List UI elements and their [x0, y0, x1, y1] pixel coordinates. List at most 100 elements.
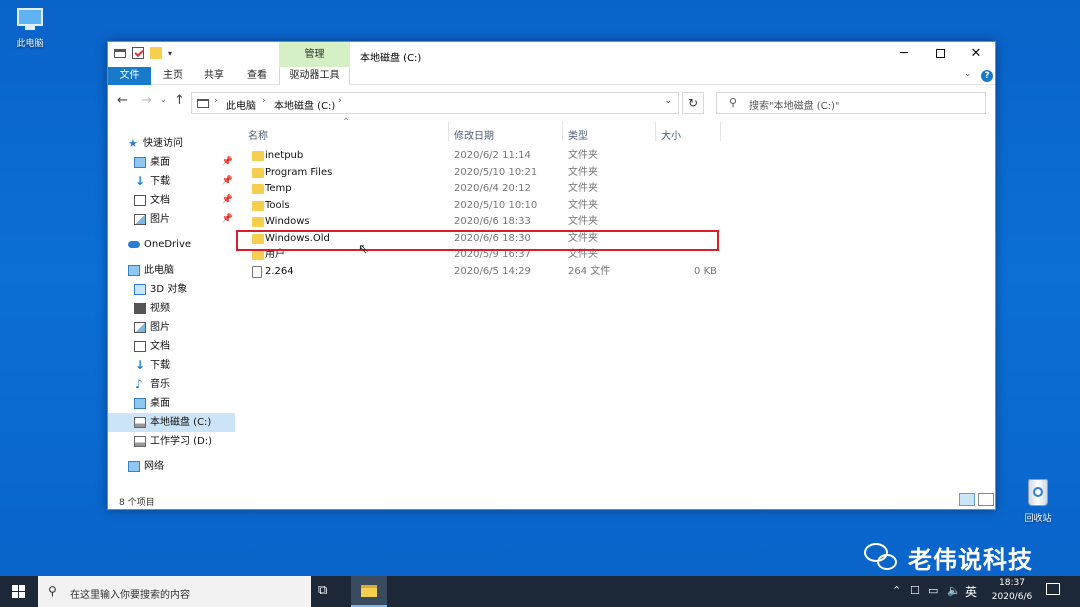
file-row[interactable]: Temp 2020/6/4 20:12 文件夹 — [235, 181, 995, 197]
tab-drive-tools[interactable]: 驱动器工具 — [279, 67, 350, 85]
help-icon[interactable]: ? — [981, 70, 993, 82]
pin-icon[interactable]: 📌 — [222, 191, 233, 210]
pin-icon[interactable]: 📌 — [222, 210, 233, 229]
taskbar-search-box[interactable]: ⚲ 在这里输入你要搜索的内容 — [38, 576, 311, 607]
tab-file[interactable]: 文件 — [108, 67, 151, 85]
nav-onedrive[interactable]: OneDrive — [108, 235, 235, 254]
start-button[interactable] — [0, 576, 38, 607]
folder-icon — [252, 217, 264, 227]
nav-label: 桌面 — [150, 157, 170, 168]
close-button[interactable]: ✕ — [953, 42, 999, 67]
nav-3d-objects[interactable]: 3D 对象 — [108, 280, 235, 299]
input-method-indicator[interactable]: 英 — [965, 583, 977, 600]
address-bar[interactable]: › 此电脑 › 本地磁盘 (C:) › ⌄ — [191, 92, 679, 114]
nav-music[interactable]: ♪ 音乐 — [108, 375, 235, 394]
desktop-icon-label: 此电脑 — [16, 39, 44, 49]
file-row[interactable]: Tools 2020/5/10 10:10 文件夹 — [235, 198, 995, 214]
up-button[interactable]: ↑ — [174, 93, 185, 108]
search-box[interactable]: ⚲ 搜索"本地磁盘 (C:)" — [716, 92, 986, 114]
new-folder-icon[interactable] — [150, 47, 162, 59]
desktop-icon — [134, 157, 146, 168]
desktop-icon-this-pc[interactable]: 此电脑 — [0, 8, 60, 49]
task-view-icon[interactable]: ⧉ — [318, 583, 327, 598]
computer-icon — [15, 8, 45, 32]
picture-icon — [134, 214, 146, 225]
nav-quick-downloads[interactable]: ↓ 下载 📌 — [108, 172, 235, 191]
clock-date[interactable]: 2020/6/6 — [984, 592, 1040, 602]
tab-view[interactable]: 查看 — [238, 67, 276, 85]
recent-locations-icon[interactable]: ⌄ — [160, 95, 167, 104]
nav-local-disk-c[interactable]: 本地磁盘 (C:) — [108, 413, 235, 432]
nav-quick-pictures[interactable]: 图片 📌 — [108, 210, 235, 229]
back-button[interactable]: ← — [117, 93, 128, 108]
tab-share[interactable]: 共享 — [196, 67, 232, 85]
breadcrumb-separator-icon[interactable]: › — [214, 96, 218, 106]
nav-label: 图片 — [150, 322, 170, 333]
file-row[interactable]: 2.264 2020/6/5 14:29 264 文件 0 KB — [235, 264, 995, 280]
tab-home[interactable]: 主页 — [155, 67, 191, 85]
document-icon — [134, 341, 146, 352]
nav-network[interactable]: 网络 — [108, 457, 235, 476]
file-date: 2020/5/10 10:21 — [454, 167, 538, 178]
expand-ribbon-icon[interactable]: ⌄ — [964, 69, 972, 79]
file-type: 文件夹 — [568, 183, 598, 194]
breadcrumb-separator-icon[interactable]: › — [262, 96, 266, 106]
nav-label: OneDrive — [144, 239, 192, 250]
this-pc-icon — [197, 99, 209, 108]
file-row[interactable]: Program Files 2020/5/10 10:21 文件夹 — [235, 165, 995, 181]
nav-drive-d[interactable]: 工作学习 (D:) — [108, 432, 235, 451]
nav-documents[interactable]: 文档 — [108, 337, 235, 356]
nav-this-pc[interactable]: 此电脑 — [108, 261, 235, 280]
pin-icon[interactable]: 📌 — [222, 172, 233, 191]
file-row[interactable]: Windows 2020/6/6 18:33 文件夹 — [235, 214, 995, 230]
nav-desktop[interactable]: 桌面 — [108, 394, 235, 413]
drive-icon — [114, 48, 126, 58]
nav-quick-desktop[interactable]: 桌面 📌 — [108, 153, 235, 172]
nav-label: 文档 — [150, 195, 170, 206]
address-dropdown-icon[interactable]: ⌄ — [664, 96, 672, 106]
details-view-button[interactable] — [959, 493, 975, 506]
desktop-icon-recycle-bin[interactable]: 回收站 — [1008, 475, 1068, 524]
network-icon — [128, 461, 140, 472]
clock-time[interactable]: 18:37 — [990, 578, 1034, 588]
watermark: 老伟说科技 — [864, 540, 1033, 575]
refresh-button[interactable]: ↻ — [682, 92, 704, 114]
nav-pictures[interactable]: 图片 — [108, 318, 235, 337]
breadcrumb-drive-c[interactable]: 本地磁盘 (C:) — [274, 97, 335, 112]
notification-icon[interactable] — [1046, 583, 1060, 595]
taskbar-file-explorer[interactable] — [351, 576, 387, 607]
file-row[interactable]: inetpub 2020/6/2 11:14 文件夹 — [235, 148, 995, 164]
column-name[interactable]: 名称 — [248, 127, 268, 142]
taskbar-search-placeholder: 在这里输入你要搜索的内容 — [70, 590, 190, 601]
taskbar: ⚲ 在这里输入你要搜索的内容 ⧉ ⌃ ☐ ▭ 🔈 英 18:37 2020/6/… — [0, 576, 1080, 607]
file-name: Tools — [265, 200, 290, 211]
customize-dropdown-icon[interactable]: ▾ — [168, 49, 172, 58]
nav-videos[interactable]: 视频 — [108, 299, 235, 318]
column-date[interactable]: 修改日期 — [454, 127, 494, 142]
title-bar[interactable]: ▾ 管理 本地磁盘 (C:) ─ ✕ — [108, 42, 995, 67]
drive-icon — [134, 436, 146, 447]
column-type[interactable]: 类型 — [568, 127, 588, 142]
watermark-text: 老伟说科技 — [908, 546, 1033, 574]
sort-ascending-icon: ⌃ — [342, 117, 351, 128]
breadcrumb-this-pc[interactable]: 此电脑 — [226, 97, 256, 112]
forward-button[interactable]: → — [141, 93, 152, 108]
nav-downloads[interactable]: ↓ 下载 — [108, 356, 235, 375]
column-size[interactable]: 大小 — [661, 127, 681, 142]
nav-quick-access[interactable]: ★ 快速访问 — [108, 134, 235, 153]
pin-icon[interactable]: 📌 — [222, 153, 233, 172]
large-icons-view-button[interactable] — [978, 493, 994, 506]
manage-context-tab[interactable]: 管理 — [279, 42, 350, 67]
volume-icon[interactable]: 🔈 — [947, 584, 961, 597]
video-icon — [134, 303, 146, 314]
breadcrumb-separator-icon[interactable]: › — [338, 96, 342, 106]
battery-icon[interactable]: ▭ — [928, 584, 938, 597]
network-icon[interactable]: ☐ — [910, 584, 920, 597]
file-date: 2020/6/5 14:29 — [454, 266, 531, 277]
download-icon: ↓ — [135, 174, 146, 188]
nav-quick-documents[interactable]: 文档 📌 — [108, 191, 235, 210]
properties-icon[interactable] — [132, 47, 144, 59]
nav-label: 网络 — [144, 461, 164, 472]
recycle-bin-icon — [1024, 475, 1052, 507]
show-hidden-icons-icon[interactable]: ⌃ — [892, 584, 901, 597]
